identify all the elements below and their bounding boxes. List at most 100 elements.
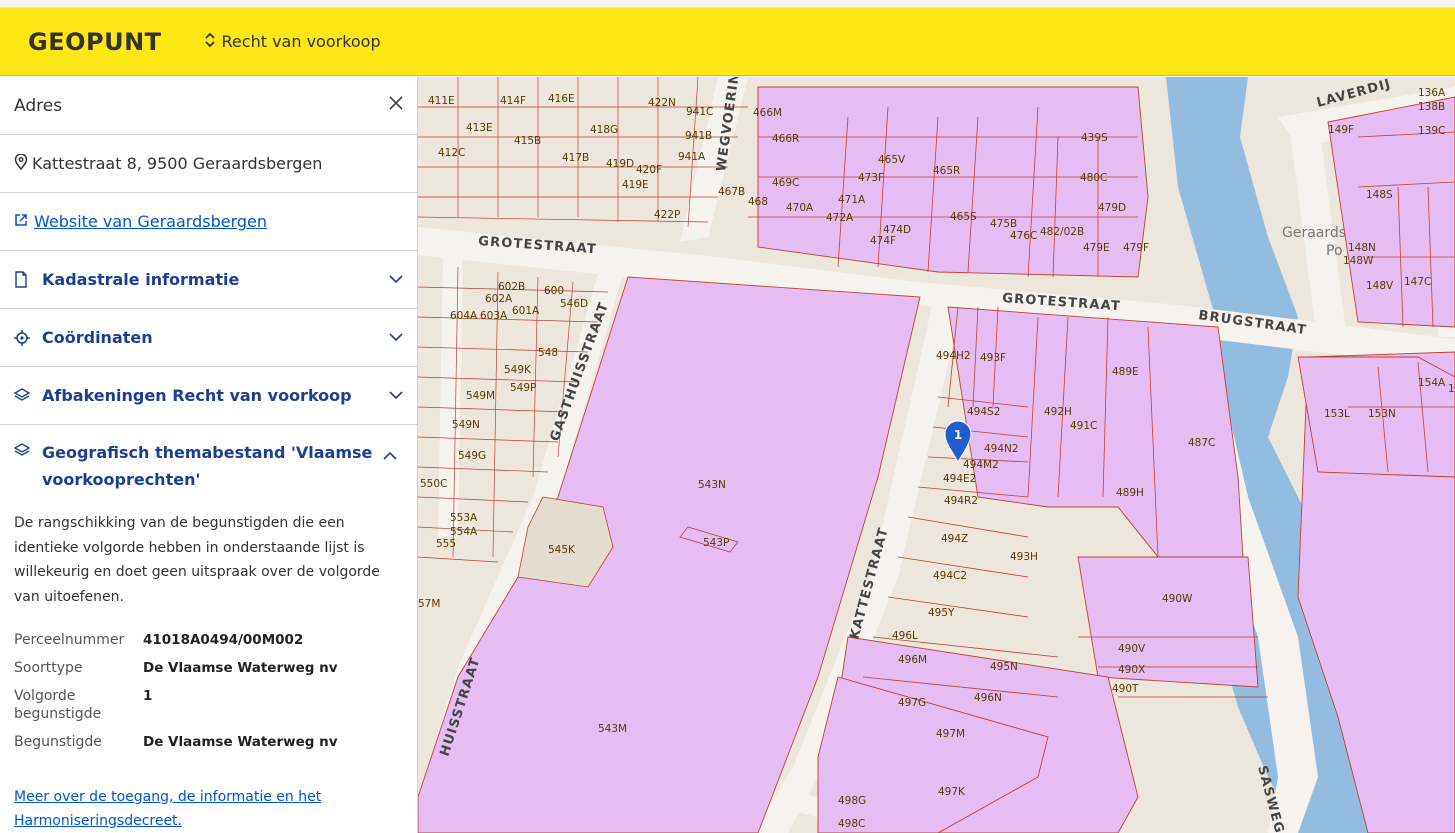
parcel-label: 494M2 <box>963 459 999 471</box>
location-pin-icon <box>14 152 32 174</box>
parcel-label: 465R <box>933 165 960 177</box>
parcel-label: 494H2 <box>936 350 971 362</box>
parcel-label: 495Y <box>928 607 955 619</box>
more-info-link[interactable]: Meer over de toegang, de informatie en h… <box>14 789 321 829</box>
description-text: De rangschikking van de begunstigden die… <box>14 515 380 605</box>
parcel-label: 419D <box>606 158 634 170</box>
property-key: Perceelnummer <box>14 632 125 648</box>
chevron-up-icon <box>383 439 403 464</box>
place-label: Geraards <box>1282 225 1346 241</box>
parcel-label: 492H <box>1044 406 1072 418</box>
parcel-label: 543P <box>703 537 729 549</box>
parcel-label: 148W <box>1343 255 1374 267</box>
app-selector-label: Recht van voorkoop <box>221 32 381 51</box>
accordion-vlaamse-voorkooprechten: Geografisch themabestand 'Vlaamse voorko… <box>0 425 417 833</box>
parcel-label: 941C <box>686 106 713 118</box>
parcel-label: 497K <box>938 786 966 798</box>
parcel-label: 543N <box>698 479 726 491</box>
property-key: Begunstigde <box>14 734 102 750</box>
app-selector[interactable]: Recht van voorkoop <box>204 32 381 52</box>
property-row: Perceelnummer 41018A0494/00M002 <box>14 631 403 649</box>
parcel-label: 476C <box>1010 230 1037 242</box>
parcel-label: 148S <box>1366 189 1393 201</box>
close-icon[interactable] <box>389 91 403 115</box>
accordion-afbakeningen[interactable]: Afbakeningen Recht van voorkoop <box>0 367 417 425</box>
accordion-header[interactable]: Geografisch themabestand 'Vlaamse voorko… <box>13 439 403 493</box>
parcel-label: 482/02B <box>1040 226 1084 238</box>
geopunt-logo[interactable]: GEOPUNT <box>28 28 162 56</box>
parcel-label: 415B <box>514 135 541 147</box>
parcel-label: 548 <box>538 347 558 359</box>
crosshair-icon <box>14 329 42 346</box>
property-row: Soorttype De Vlaamse Waterweg nv <box>14 659 403 677</box>
parcel-label: 422P <box>654 209 680 221</box>
place-label-2: Po <box>1326 243 1343 259</box>
parcel-label: 57M <box>418 598 440 610</box>
parcel-label: 480C <box>1080 172 1107 184</box>
parcel-label: 471A <box>838 194 866 206</box>
parcel-label: 550C <box>420 478 447 490</box>
parcel-label: 465V <box>878 154 906 166</box>
parcel-label: 153N <box>1368 408 1396 420</box>
property-key: Soorttype <box>14 660 83 676</box>
parcel-label: 470A <box>786 202 814 214</box>
parcel-label: 490W <box>1162 593 1193 605</box>
parcel-label: 497G <box>898 697 926 709</box>
parcel-label: 494E2 <box>943 473 976 485</box>
map-view[interactable]: GROTESTRAAT GROTESTRAAT BRUGSTRAAT GASTH… <box>418 77 1455 833</box>
website-link-label: Website van Geraardsbergen <box>34 212 268 231</box>
map-canvas[interactable]: GROTESTRAAT GROTESTRAAT BRUGSTRAAT GASTH… <box>418 77 1455 833</box>
parcel-label: 941A <box>678 151 706 163</box>
parcel-label: 148N <box>1348 242 1376 254</box>
parcel-label: 495N <box>990 661 1018 673</box>
parcel-label: 136A <box>1418 87 1446 99</box>
accordion-label: Geografisch themabestand 'Vlaamse voorko… <box>42 443 373 489</box>
chevron-down-icon <box>383 275 403 284</box>
parcel-label: 155D <box>1448 383 1455 395</box>
parcel-label: 549N <box>452 419 480 431</box>
parcel-label: 147C <box>1404 276 1431 288</box>
parcel-label: 543M <box>598 723 627 735</box>
parcel-label: 494N2 <box>984 443 1019 455</box>
parcel-label: 473F <box>858 172 884 184</box>
parcel-label: 498C <box>838 818 865 830</box>
parcel-label: 549K <box>504 364 532 376</box>
parcel-label: 414F <box>500 95 526 107</box>
accordion-kadastrale-informatie[interactable]: Kadastrale informatie <box>0 251 417 309</box>
parcel-label: 555 <box>436 538 456 550</box>
property-value: De Vlaamse Waterweg nv <box>143 660 338 676</box>
parcel-label: 465S <box>950 211 977 223</box>
layers-icon <box>14 388 42 403</box>
parcel-label: 422N <box>648 97 676 109</box>
external-link-icon <box>14 212 34 231</box>
address-row: Kattestraat 8, 9500 Geraardsbergen <box>0 135 417 193</box>
parcel-label: 603A <box>480 310 508 322</box>
chevron-down-icon <box>383 333 403 342</box>
accordion-coordinaten[interactable]: Coördinaten <box>0 309 417 367</box>
parcel-label: 494C2 <box>933 570 967 582</box>
parcel-label: 469C <box>772 177 799 189</box>
parcel-label: 467B <box>718 186 745 198</box>
parcel-label: 601A <box>512 305 540 317</box>
panel-header: Adres <box>0 77 417 135</box>
parcel-label: 413E <box>466 122 493 134</box>
parcel-label: 496L <box>892 630 918 642</box>
parcel-label: 412C <box>438 147 465 159</box>
parcel-label: 138B <box>1418 101 1445 113</box>
property-value: De Vlaamse Waterweg nv <box>143 734 338 750</box>
accordion-label: Kadastrale informatie <box>42 270 240 289</box>
property-value: 1 <box>143 688 153 704</box>
website-link[interactable]: Website van Geraardsbergen <box>14 212 267 231</box>
parcel-label: 475B <box>990 218 1017 230</box>
website-row: Website van Geraardsbergen <box>0 193 417 251</box>
chevron-down-icon <box>383 391 403 400</box>
parcel-label: 554A <box>450 526 478 538</box>
parcel-label: 466M <box>753 107 782 119</box>
file-icon <box>14 271 42 288</box>
parcel-label: 154A <box>1418 377 1446 389</box>
property-row: Begunstigde De Vlaamse Waterweg nv <box>14 733 403 751</box>
browser-top-strip <box>0 0 1455 8</box>
parcel-label: 493H <box>1010 551 1038 563</box>
parcel-label: 604A <box>450 310 478 322</box>
address-text: Kattestraat 8, 9500 Geraardsbergen <box>32 154 323 173</box>
